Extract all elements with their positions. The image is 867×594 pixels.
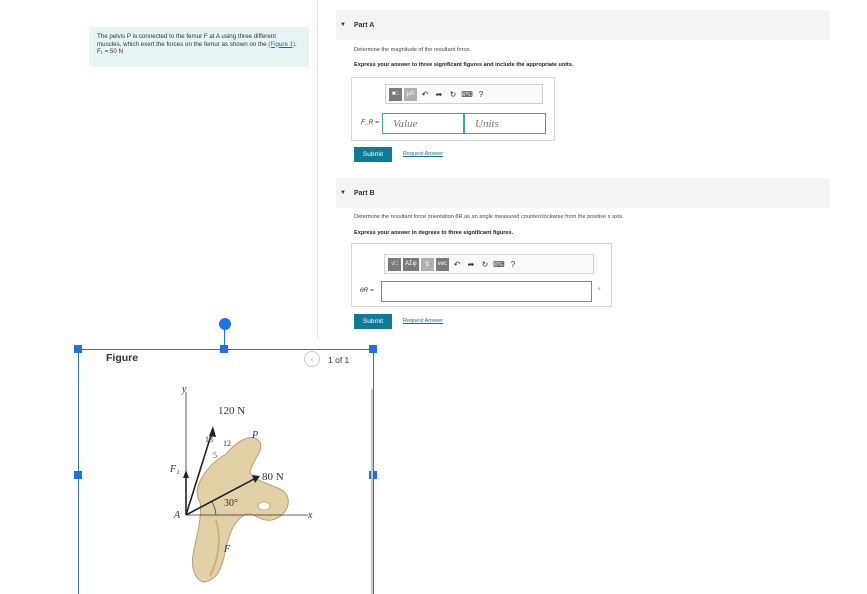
f1-arrowhead: [183, 470, 189, 478]
reset-icon[interactable]: ↻: [447, 88, 459, 101]
part-b-answer-box: √□ AΣφ ⇅ vec ↶ ➦ ↻ ⌨ ? θR = °: [351, 243, 612, 307]
femur-diagram: y x F₁ 120 N 13 12 5 80 N 30° A P F: [169, 384, 313, 583]
redo-icon[interactable]: ➦: [433, 88, 445, 101]
rotate-handle[interactable]: [219, 318, 231, 330]
column-divider: [317, 0, 318, 338]
x-axis-label: x: [307, 510, 313, 521]
problem-text: The pelvis P is connected to the femur F…: [97, 33, 276, 48]
value-input[interactable]: Value: [382, 113, 464, 134]
force-80-label: 80 N: [262, 471, 284, 483]
fr-label: F_R =: [361, 119, 379, 126]
figure-scrollbar[interactable]: [371, 389, 373, 594]
theta-label: θR =: [360, 287, 374, 294]
templates-button[interactable]: ■□: [389, 87, 402, 101]
help-icon[interactable]: ?: [507, 258, 519, 271]
angle-label: 30°: [224, 498, 238, 509]
part-a-answer-box: ■□ μA ↶ ➦ ↻ ⌨ ? F_R = Value Units: [351, 77, 555, 141]
pelvis-label: P: [251, 430, 258, 441]
arrows-button[interactable]: ⇅: [420, 257, 434, 271]
part-b-instruction: Determine the resultant force orientatio…: [354, 214, 624, 220]
undo-icon[interactable]: ↶: [419, 88, 431, 101]
resize-handle-left[interactable]: [74, 471, 82, 479]
part-b-toolbar: √□ AΣφ ⇅ vec ↶ ➦ ↻ ⌨ ?: [384, 254, 594, 274]
part-a-title: Part A: [353, 21, 375, 29]
given-value: F₁ = 50 N: [97, 48, 123, 55]
help-icon[interactable]: ?: [475, 88, 487, 101]
figure-link[interactable]: (Figure 1): [268, 41, 295, 48]
templates-button[interactable]: √□: [388, 257, 401, 271]
rotate-handle-stem: [224, 330, 225, 345]
femur-condyle-hole: [257, 501, 271, 511]
y-axis-label: y: [181, 384, 187, 395]
angle-input[interactable]: [381, 281, 592, 302]
part-a-toolbar: ■□ μA ↶ ➦ ↻ ⌨ ?: [385, 84, 543, 104]
part-a-header[interactable]: ▼ Part A: [336, 10, 830, 40]
femur-bone: [191, 437, 289, 583]
slope-13-label: 13: [205, 435, 213, 444]
reset-icon[interactable]: ↻: [479, 258, 491, 271]
part-b-submit-button[interactable]: Submit: [354, 314, 392, 329]
units-button[interactable]: μA: [404, 87, 417, 101]
figure-pager: 1 of 1: [328, 355, 350, 365]
undo-icon[interactable]: ↶: [451, 258, 463, 271]
femur-label: F: [223, 544, 231, 555]
degree-suffix: °: [598, 287, 601, 294]
part-b-title: Part B: [353, 189, 375, 197]
slope-12-label: 12: [223, 439, 231, 448]
problem-statement: The pelvis P is connected to the femur F…: [89, 27, 309, 67]
part-b-emphasis: Express your answer in degrees to three …: [354, 230, 514, 236]
point-a-label: A: [173, 510, 181, 521]
part-a-instruction: Determine the magnitude of the resultant…: [354, 47, 471, 53]
slope-5-label: 5: [213, 451, 217, 460]
collapse-caret-icon[interactable]: ▼: [340, 190, 346, 196]
part-a-submit-button[interactable]: Submit: [354, 147, 392, 162]
resize-handle-top[interactable]: [220, 345, 228, 353]
collapse-caret-icon[interactable]: ▼: [340, 22, 346, 28]
part-b-header[interactable]: ▼ Part B: [336, 178, 830, 208]
previous-figure-button[interactable]: ‹: [304, 351, 320, 367]
part-a-emphasis: Express your answer to three significant…: [354, 62, 574, 68]
force-120-label: 120 N: [218, 405, 245, 417]
figure-title: Figure: [106, 352, 139, 364]
redo-icon[interactable]: ➦: [465, 258, 477, 271]
f1-label: F₁: [169, 464, 180, 475]
resize-handle-top-left[interactable]: [74, 345, 82, 353]
keyboard-icon[interactable]: ⌨: [461, 88, 473, 101]
units-input[interactable]: Units: [464, 113, 546, 134]
symbols-button[interactable]: AΣφ: [403, 257, 419, 271]
vector-button[interactable]: vec: [435, 257, 449, 271]
part-a-request-answer-link[interactable]: Request Answer: [403, 151, 443, 157]
part-b-request-answer-link[interactable]: Request Answer: [403, 318, 443, 324]
keyboard-icon[interactable]: ⌨: [493, 258, 505, 271]
resize-handle-top-right[interactable]: [369, 345, 377, 353]
